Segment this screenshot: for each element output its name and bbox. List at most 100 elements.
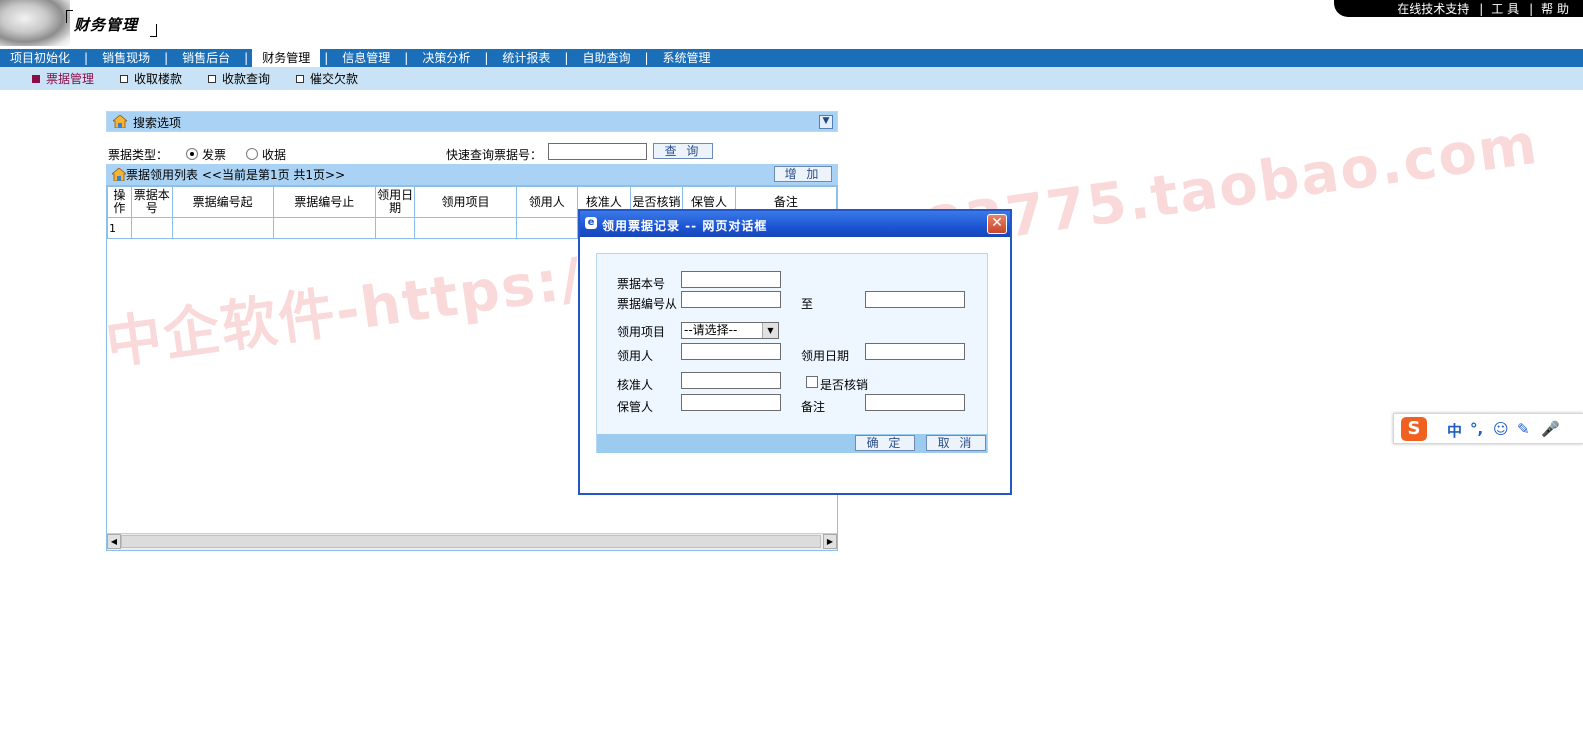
ok-button[interactable]: 确 定 [855,435,915,451]
bill-list-bar: 票据领用列表 <<当前是第1页 共1页>> 增 加 [106,164,838,185]
scroll-thumb[interactable] [121,535,821,548]
radio-receipt-indicator[interactable] [246,148,258,160]
logo-bracket-right [150,24,157,37]
nav-decision-analysis[interactable]: 决策分析 [412,49,480,67]
col-header-issue-date: 领用日期 [374,186,416,218]
search-options-title: 搜索选项 [133,116,182,130]
close-icon[interactable]: ✕ [987,214,1007,234]
serial-from-label: 票据编号从 [617,297,678,311]
nav-project-init[interactable]: 项目初始化 [0,49,80,67]
table-cell: 1 [107,217,132,239]
recipient-label: 领用人 [617,349,654,363]
tech-support-link[interactable]: 在线技术支持 [1397,0,1469,17]
handwriting-icon[interactable]: ✎ [1517,420,1530,438]
serial-to-input[interactable] [865,291,965,308]
subnav-arrears-reminder[interactable]: 催交欠款 [296,70,358,87]
table-cell [171,217,274,239]
nav-sales-backend[interactable]: 销售后台 [172,49,240,67]
nav-separator: | [164,51,169,65]
help-link[interactable]: 帮 助 [1541,0,1569,17]
subnav-label: 收款查询 [222,72,271,86]
radio-invoice[interactable]: 发票 [186,146,226,163]
bill-type-row: 票据类型： 发票 收据 快速查询票据号： 查 询 [108,143,838,163]
radio-receipt-label: 收据 [262,148,287,162]
ime-toolbar: S 中 °, ☺ ✎ 🎤 [1393,413,1583,444]
nav-separator: | [484,51,489,65]
approver-label: 核准人 [617,378,654,392]
radio-invoice-indicator[interactable] [186,148,198,160]
project-select[interactable]: --请选择-- ▼ [681,322,779,339]
serial-from-input[interactable] [681,291,781,308]
add-button[interactable]: 增 加 [774,166,832,182]
quick-query-label: 快速查询票据号： [446,148,543,162]
written-off-label: 是否核销 [820,378,869,392]
col-header-action: 操作 [107,186,132,218]
logo-image [0,0,70,46]
logo-bracket-left [66,10,73,23]
bill-type-label: 票据类型： [108,148,169,162]
radio-receipt[interactable]: 收据 [246,146,286,163]
dialog-title: 领用票据记录 -- 网页对话框 [602,219,768,233]
bill-list-title: 票据领用列表 <<当前是第1页 共1页>> [126,166,345,183]
book-no-input[interactable] [681,271,781,288]
subnav-label: 收取楼款 [134,72,183,86]
query-button[interactable]: 查 询 [653,143,713,159]
project-select-value: --请选择-- [684,323,738,337]
top-link-separator: | [1479,1,1484,16]
nav-separator: | [324,51,329,65]
approver-input[interactable] [681,372,781,389]
nav-info-management[interactable]: 信息管理 [332,49,400,67]
recipient-input[interactable] [681,343,781,360]
cancel-button[interactable]: 取 消 [926,435,986,451]
search-options-bar: 搜索选项 ▼ [106,111,838,132]
horizontal-scrollbar[interactable]: ◀ ▶ [107,533,837,550]
subnav-label: 票据管理 [46,72,95,86]
issue-date-label: 领用日期 [801,349,850,363]
nav-statistics[interactable]: 统计报表 [492,49,560,67]
chinese-mode-icon[interactable]: 中 [1447,420,1462,441]
nav-self-query[interactable]: 自助查询 [572,49,640,67]
chevron-down-icon[interactable]: ▼ [762,323,778,338]
bullet-square-icon [208,74,217,83]
page-info: <<当前是第1页 共1页>> [201,168,346,182]
subnav-bill-management[interactable]: 票据管理 [32,70,94,87]
scroll-left-icon[interactable]: ◀ [107,534,121,549]
bill-list-title-text: 票据领用列表 [126,168,199,182]
house-icon [112,168,126,181]
issue-date-input[interactable] [865,343,965,360]
nav-system[interactable]: 系统管理 [653,49,721,67]
emoji-icon[interactable]: ☺ [1493,420,1509,438]
nav-separator: | [564,51,569,65]
top-links-bar: 在线技术支持 | 工 具 | 帮 助 [1334,0,1583,17]
nav-finance[interactable]: 财务管理 [252,49,321,67]
scroll-right-icon[interactable]: ▶ [823,534,837,549]
table-cell [130,217,173,239]
nav-sales-site[interactable]: 销售现场 [92,49,160,67]
written-off-checkbox[interactable] [806,376,818,388]
remark-input[interactable] [865,394,965,411]
project-label: 领用项目 [617,325,666,339]
serial-to-label: 至 [801,297,814,311]
custodian-input[interactable] [681,394,781,411]
sub-nav: 票据管理 收取楼款 收款查询 催交欠款 [0,67,1583,90]
app-title: 财务管理 [74,16,139,34]
col-header-serial-from: 票据编号起 [171,186,274,218]
tools-link[interactable]: 工 具 [1491,0,1519,17]
book-no-label: 票据本号 [617,277,666,291]
issue-bill-dialog: e 领用票据记录 -- 网页对话框 ✕ 票据本号 票据编号从 至 领用项目 --… [578,209,1012,495]
sogou-logo-icon[interactable]: S [1401,417,1427,441]
dialog-titlebar[interactable]: e 领用票据记录 -- 网页对话框 ✕ [580,211,1010,237]
nav-separator: | [404,51,409,65]
dialog-footer: 确 定 取 消 [597,434,987,453]
col-header-serial-to: 票据编号止 [272,186,376,218]
table-cell [272,217,376,239]
collapse-icon[interactable]: ▼ [819,115,833,129]
ie-icon: e [585,217,597,229]
top-link-separator: | [1529,1,1534,16]
subnav-collect-payment[interactable]: 收取楼款 [120,70,182,87]
microphone-icon[interactable]: 🎤 [1541,420,1560,438]
punctuation-icon[interactable]: °, [1470,420,1483,438]
quick-query-input[interactable] [548,143,647,160]
subnav-payment-query[interactable]: 收款查询 [208,70,270,87]
nav-separator: | [244,51,249,65]
